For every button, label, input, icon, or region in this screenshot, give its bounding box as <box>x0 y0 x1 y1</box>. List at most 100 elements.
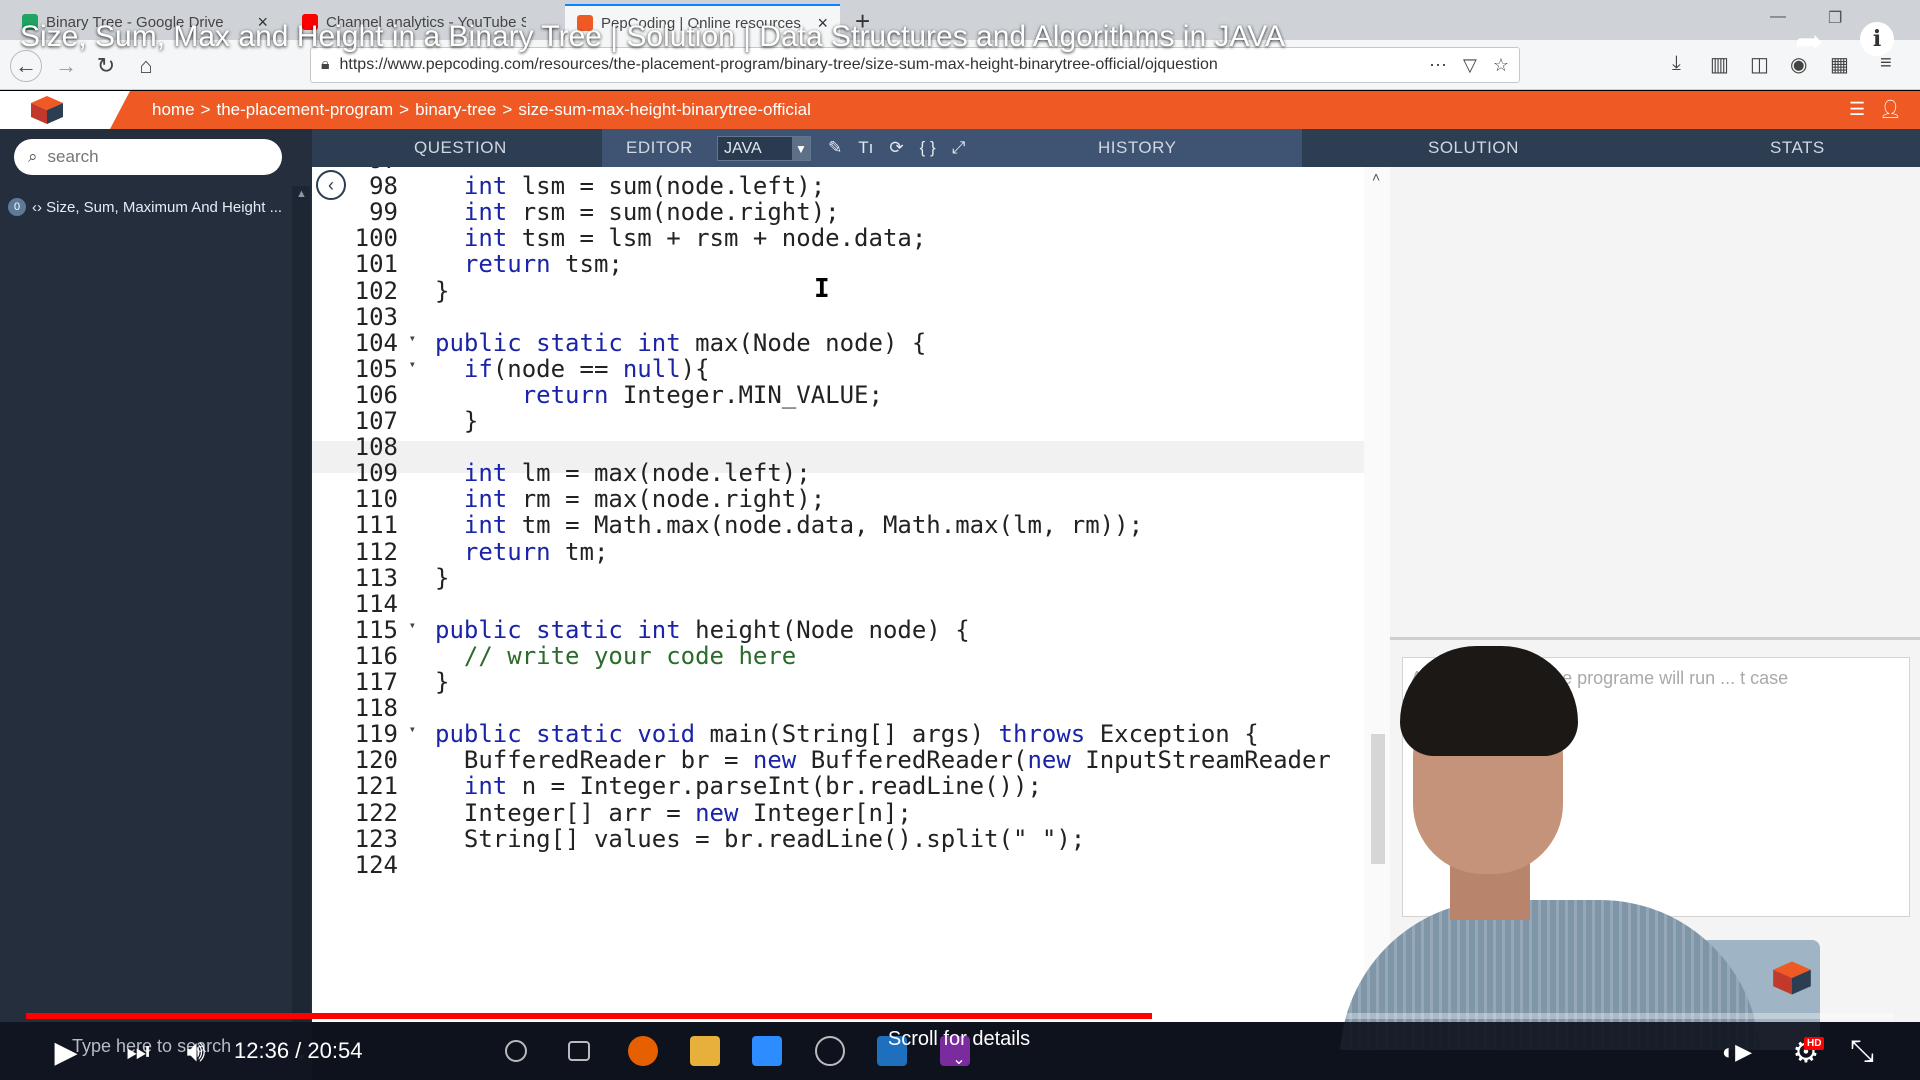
download-icon[interactable]: ⤓ <box>1672 52 1681 75</box>
line-number: 108 <box>354 433 398 462</box>
breadcrumb-topic[interactable]: binary-tree <box>415 100 496 119</box>
hd-badge: HD <box>1804 1037 1825 1050</box>
line-number: 116 <box>354 641 398 670</box>
user-icon[interactable]: 👤︎ <box>1879 99 1902 120</box>
line-number: 101 <box>354 250 398 279</box>
video-progress-bar[interactable] <box>26 1013 1894 1019</box>
breadcrumb-home[interactable]: home <box>152 100 195 119</box>
chevron-down-icon: ▼ <box>792 137 810 160</box>
chevron-down-icon: ⌄ <box>952 1051 966 1068</box>
grid-icon[interactable]: ▦ <box>1830 52 1849 77</box>
code-line[interactable]: } <box>435 407 478 435</box>
tab-history[interactable]: HISTORY <box>1098 129 1176 167</box>
fold-arrow-icon[interactable]: ▾ <box>409 722 416 736</box>
scroll-for-details[interactable]: Scroll for details ⌄ <box>884 1028 1034 1069</box>
line-number: 110 <box>354 485 398 514</box>
more-dots-icon[interactable]: ⋯ <box>1429 55 1447 76</box>
code-line[interactable]: public static int height(Node node) { <box>435 616 970 644</box>
language-value: JAVA <box>724 139 762 157</box>
code-line[interactable]: int lm = max(node.left); <box>435 459 811 487</box>
breadcrumb-question[interactable]: size-sum-max-height-binarytree-official <box>518 100 811 119</box>
code-line[interactable]: if(node == null){ <box>435 355 710 383</box>
line-number: 114 <box>354 589 398 618</box>
hamburger-menu-icon[interactable]: ≡ <box>1880 52 1892 75</box>
breadcrumb-program[interactable]: the-placement-program <box>216 100 393 119</box>
tab-question[interactable]: QUESTION <box>414 129 507 167</box>
scroll-up-icon[interactable]: ▲ <box>296 188 307 200</box>
code-line[interactable]: } <box>435 564 449 592</box>
bookmark-star-icon[interactable]: ☆ <box>1493 55 1509 76</box>
pepcoding-logo-icon[interactable] <box>30 95 64 125</box>
code-line[interactable]: return tm; <box>435 538 609 566</box>
chevron-up-icon[interactable]: ˄ <box>1372 169 1380 185</box>
minimize-icon[interactable]: — <box>1770 8 1786 26</box>
sidebar-item-label: ‹› Size, Sum, Maximum And Height ... <box>32 198 283 216</box>
info-icon[interactable]: i <box>1860 22 1894 56</box>
code-line[interactable]: BufferedReader br = new BufferedReader(n… <box>435 746 1331 774</box>
code-line[interactable]: int tsm = lsm + rsm + node.data; <box>435 224 926 252</box>
braces-icon[interactable]: { } <box>920 138 936 158</box>
code-line[interactable]: return tsm; <box>435 250 623 278</box>
line-number: 103 <box>354 302 398 331</box>
code-line[interactable]: } <box>435 277 449 305</box>
autoplay-toggle-icon[interactable]: ◐▶ <box>1712 1030 1762 1074</box>
play-icon[interactable]: ▶ <box>46 1030 86 1074</box>
line-number: 100 <box>354 224 398 253</box>
code-line[interactable]: } <box>435 668 449 696</box>
code-line[interactable]: public static void main(String[] args) t… <box>435 720 1259 748</box>
current-time: 12:36 <box>234 1038 290 1063</box>
sidebar-toggle-icon[interactable]: ◫ <box>1750 52 1769 77</box>
fold-arrow-icon[interactable]: ▾ <box>409 357 416 371</box>
code-line[interactable]: public static int max(Node node) { <box>435 329 926 357</box>
home-icon[interactable]: ⌂ <box>130 50 162 82</box>
exit-fullscreen-icon[interactable]: ⤡ <box>1842 1030 1882 1074</box>
code-line[interactable]: int rsm = sum(node.right); <box>435 198 840 226</box>
library-icon[interactable]: ▥ <box>1710 52 1729 77</box>
time-display: 12:36 / 20:54 <box>234 1038 363 1063</box>
breadcrumb: home > the-placement-program > binary-tree > s… <box>152 100 811 119</box>
next-icon[interactable]: ⏭︎ <box>118 1030 158 1074</box>
forward-arrow-icon[interactable]: → <box>50 50 82 82</box>
pocket-icon[interactable]: ▽ <box>1463 55 1477 76</box>
brush-icon[interactable]: ✎ <box>828 138 842 158</box>
code-line[interactable]: int n = Integer.parseInt(br.readLine()); <box>435 772 1042 800</box>
code-editor[interactable]: 979899100101102103104▾105▾10610710810911… <box>312 167 1390 1022</box>
sidebar-item-question[interactable]: 0 ‹› Size, Sum, Maximum And Height ... <box>0 191 290 223</box>
share-arrow-icon[interactable]: ➦ <box>1795 22 1824 62</box>
volume-icon[interactable]: 🔊︎ <box>176 1030 216 1074</box>
font-size-icon[interactable]: Tı <box>858 138 873 158</box>
code-line[interactable]: // write your code here <box>435 642 796 670</box>
line-number: 124 <box>354 850 398 879</box>
code-line[interactable]: int lsm = sum(node.left); <box>435 172 825 200</box>
code-line[interactable]: return Integer.MIN_VALUE; <box>435 381 883 409</box>
back-arrow-icon[interactable]: ← <box>10 50 42 82</box>
code-line[interactable]: int rm = max(node.right); <box>435 485 825 513</box>
presenter-hair <box>1400 646 1578 756</box>
code-line[interactable]: int tm = Math.max(node.data, Math.max(lm… <box>435 511 1143 539</box>
site-header: home > the-placement-program > binary-tree > s… <box>0 91 1920 129</box>
tab-solution[interactable]: SOLUTION <box>1428 129 1519 167</box>
restore-icon[interactable]: ❐ <box>1828 8 1842 28</box>
tab-stats[interactable]: STATS <box>1770 129 1825 167</box>
fold-arrow-icon[interactable]: ▾ <box>409 331 416 345</box>
sidebar-scrollbar[interactable]: ▲ ▼ <box>292 186 310 1066</box>
refresh-icon[interactable]: ⟳ <box>889 138 903 158</box>
count-badge: 0 <box>8 198 26 216</box>
video-title[interactable]: Size, Sum, Max and Height in a Binary Tr… <box>20 20 1285 54</box>
fullscreen-icon[interactable]: ⤢ <box>952 138 966 158</box>
reload-icon[interactable]: ↻ <box>90 50 122 82</box>
collapse-sidebar-chevron-left-icon[interactable]: ‹ <box>316 170 346 200</box>
line-number: 113 <box>354 563 398 592</box>
text-cursor-icon: I <box>814 274 830 304</box>
search-input[interactable] <box>47 147 248 167</box>
fold-arrow-icon[interactable]: ▾ <box>409 618 416 632</box>
sidebar: ⌕ 0 ‹› Size, Sum, Maximum And Height ...… <box>0 129 312 1080</box>
code-line[interactable]: String[] values = br.readLine().split(" … <box>435 825 1085 853</box>
code-line[interactable]: Integer[] arr = new Integer[n]; <box>435 799 912 827</box>
list-icon[interactable]: ☰ <box>1849 99 1865 120</box>
language-select[interactable]: JAVA ▼ <box>717 136 811 161</box>
scroll-hint-label: Scroll for details <box>887 1028 1031 1050</box>
sidebar-search[interactable]: ⌕ <box>14 139 282 175</box>
line-number: 118 <box>354 694 398 723</box>
webcam-overlay <box>1340 640 1820 1050</box>
